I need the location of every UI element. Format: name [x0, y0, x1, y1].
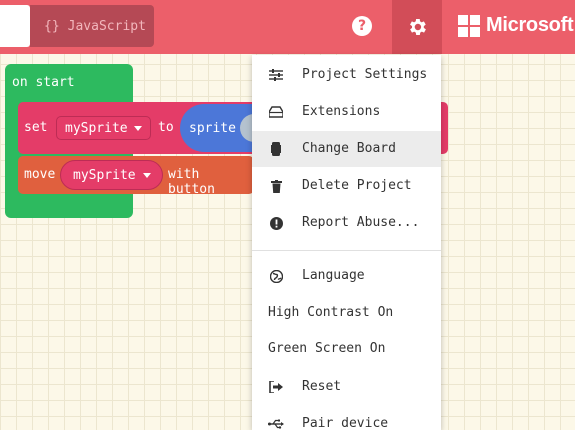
- drive-icon: [268, 105, 284, 119]
- menu-item-project-settings[interactable]: Project Settings: [252, 57, 441, 93]
- menu-item-label: Change Board: [302, 141, 396, 156]
- menu-item-label: Extensions: [302, 104, 381, 119]
- alert-icon: [268, 216, 284, 230]
- menu-item-label: Green Screen On: [268, 341, 386, 356]
- gear-icon: [410, 19, 426, 35]
- brand-name: Microsoft: [486, 14, 574, 36]
- trash-icon: [268, 179, 284, 193]
- variable-name: mySprite: [73, 167, 136, 183]
- braces-icon: {}: [44, 18, 60, 34]
- menu-item-label: Project Settings: [302, 67, 428, 82]
- javascript-label: JavaScript: [67, 18, 146, 34]
- menu-item-green-screen[interactable]: Green Screen On: [252, 331, 441, 367]
- caret-down-icon: [142, 172, 151, 178]
- sprite-create-block[interactable]: sprite: [180, 104, 270, 152]
- settings-menu: Project Settings Extensions Change Board…: [252, 55, 441, 430]
- microsoft-logo[interactable]: Microsoft: [458, 14, 574, 37]
- sliders-icon: [268, 68, 284, 82]
- help-button[interactable]: ?: [352, 16, 372, 36]
- menu-item-reset[interactable]: Reset: [252, 369, 441, 405]
- menu-item-language[interactable]: Language: [252, 258, 441, 294]
- javascript-toggle-button[interactable]: {} JavaScript: [30, 5, 154, 47]
- menu-item-high-contrast[interactable]: High Contrast On: [252, 295, 441, 331]
- set-keyword: set: [24, 120, 48, 135]
- usb-icon: [268, 417, 284, 430]
- on-start-label: on start: [12, 75, 75, 90]
- question-icon: ?: [357, 18, 367, 34]
- menu-divider: [252, 250, 441, 251]
- menu-item-report-abuse[interactable]: Report Abuse...: [252, 205, 441, 241]
- windows-logo-icon: [458, 14, 480, 37]
- menu-item-label: Pair device: [302, 416, 389, 430]
- menu-item-label: Reset: [302, 379, 342, 394]
- menu-item-change-board[interactable]: Change Board: [252, 131, 441, 167]
- sprite-keyword: sprite: [189, 120, 236, 136]
- menu-item-pair-device[interactable]: Pair device: [252, 406, 441, 430]
- caret-down-icon: [133, 125, 142, 131]
- settings-button[interactable]: [392, 0, 442, 54]
- board-icon: [268, 142, 284, 156]
- menu-item-label: High Contrast On: [268, 305, 394, 320]
- menu-item-delete-project[interactable]: Delete Project: [252, 168, 441, 204]
- to-keyword: to: [158, 120, 174, 135]
- sign-out-icon: [268, 380, 284, 394]
- menu-item-label: Delete Project: [302, 178, 412, 193]
- with-buttons-keyword: with button: [168, 167, 215, 197]
- globe-icon: [268, 269, 284, 283]
- variable-name: mySprite: [65, 120, 128, 136]
- top-bar: {} JavaScript ? Microsoft: [0, 0, 575, 54]
- move-keyword: move: [24, 167, 56, 182]
- menu-item-extensions[interactable]: Extensions: [252, 94, 441, 130]
- variable-dropdown[interactable]: mySprite: [60, 160, 163, 190]
- menu-item-label: Report Abuse...: [302, 215, 420, 230]
- variable-dropdown[interactable]: mySprite: [56, 116, 151, 140]
- move-with-buttons-block[interactable]: move mySprite with button: [18, 156, 254, 197]
- blocks-toggle-button[interactable]: [0, 5, 30, 47]
- menu-item-label: Language: [302, 268, 365, 283]
